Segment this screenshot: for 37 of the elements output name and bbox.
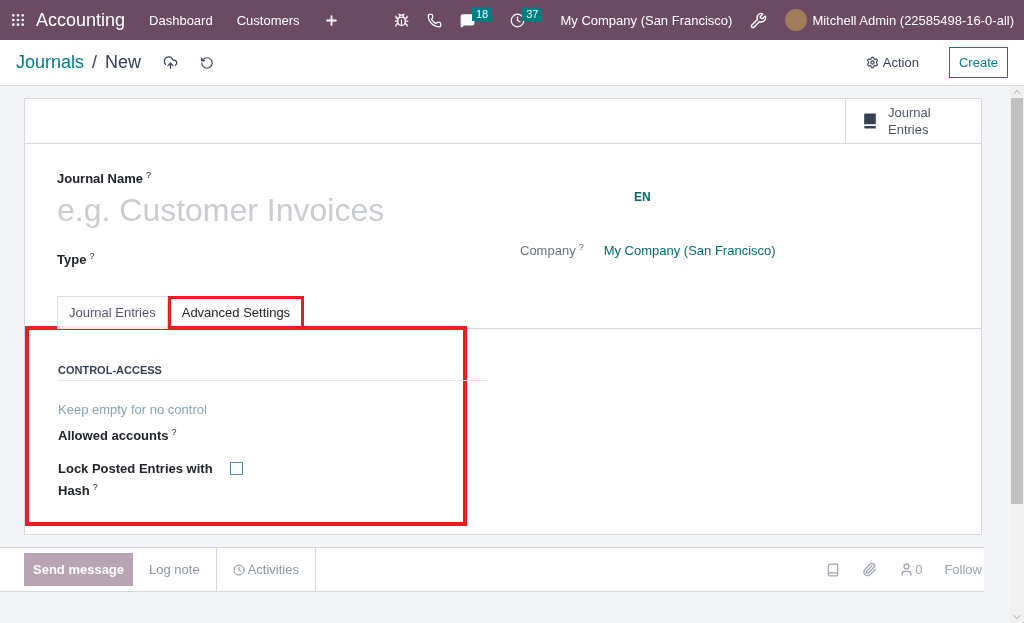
- checkbox[interactable]: [230, 462, 243, 475]
- user-icon: [899, 562, 915, 577]
- app-menu-icon[interactable]: [10, 12, 26, 28]
- create-button[interactable]: Create: [948, 47, 1008, 78]
- bug-icon[interactable]: [393, 12, 409, 28]
- company-value[interactable]: My Company (San Francisco): [603, 243, 776, 259]
- clock-icon: [232, 563, 245, 576]
- menu-item[interactable]: Customers: [236, 12, 300, 28]
- language-button[interactable]: EN: [634, 190, 949, 204]
- breadcrumb-separator: /: [92, 52, 98, 73]
- discard-icon[interactable]: [200, 55, 215, 70]
- tab[interactable]: Journal Entries: [57, 295, 168, 329]
- field-label: Type $^{?}$: [57, 251, 95, 268]
- clock-icon[interactable]: [510, 12, 526, 28]
- plus-icon[interactable]: [323, 12, 339, 28]
- menu-item[interactable]: Dashboard: [149, 12, 213, 28]
- activity-count-badge: 37: [522, 6, 543, 21]
- field-hint: Keep empty for no control: [58, 401, 208, 417]
- field-label: Lock Posted Entries with Hash $^{?}$: [58, 460, 214, 501]
- chat-icon[interactable]: [459, 12, 475, 28]
- phone-icon[interactable]: [426, 12, 442, 28]
- paperclip-icon[interactable]: [862, 562, 878, 577]
- breadcrumb-current: New: [105, 52, 142, 73]
- action-button[interactable]: Action: [859, 54, 925, 71]
- message-count-badge: 18: [471, 6, 493, 21]
- breadcrumb-link[interactable]: Journals: [16, 52, 85, 73]
- app-title: Accounting: [36, 9, 126, 31]
- field-label: Allowed accounts $^{?}$: [58, 425, 178, 445]
- tab[interactable]: Advanced Settings: [167, 295, 305, 329]
- save-icon[interactable]: [163, 55, 179, 70]
- company-switcher[interactable]: My Company (San Francisco): [560, 12, 733, 28]
- section-title: CONTROL-ACCESS: [58, 363, 489, 381]
- user-menu[interactable]: Mitchell Admin (22585498-16-0-all): [812, 12, 1014, 28]
- gear-icon: [865, 56, 879, 69]
- field-label: Journal Name $^{?}$: [57, 170, 152, 187]
- tools-icon[interactable]: [750, 11, 768, 29]
- field-label: Company $^{?}$: [520, 242, 584, 259]
